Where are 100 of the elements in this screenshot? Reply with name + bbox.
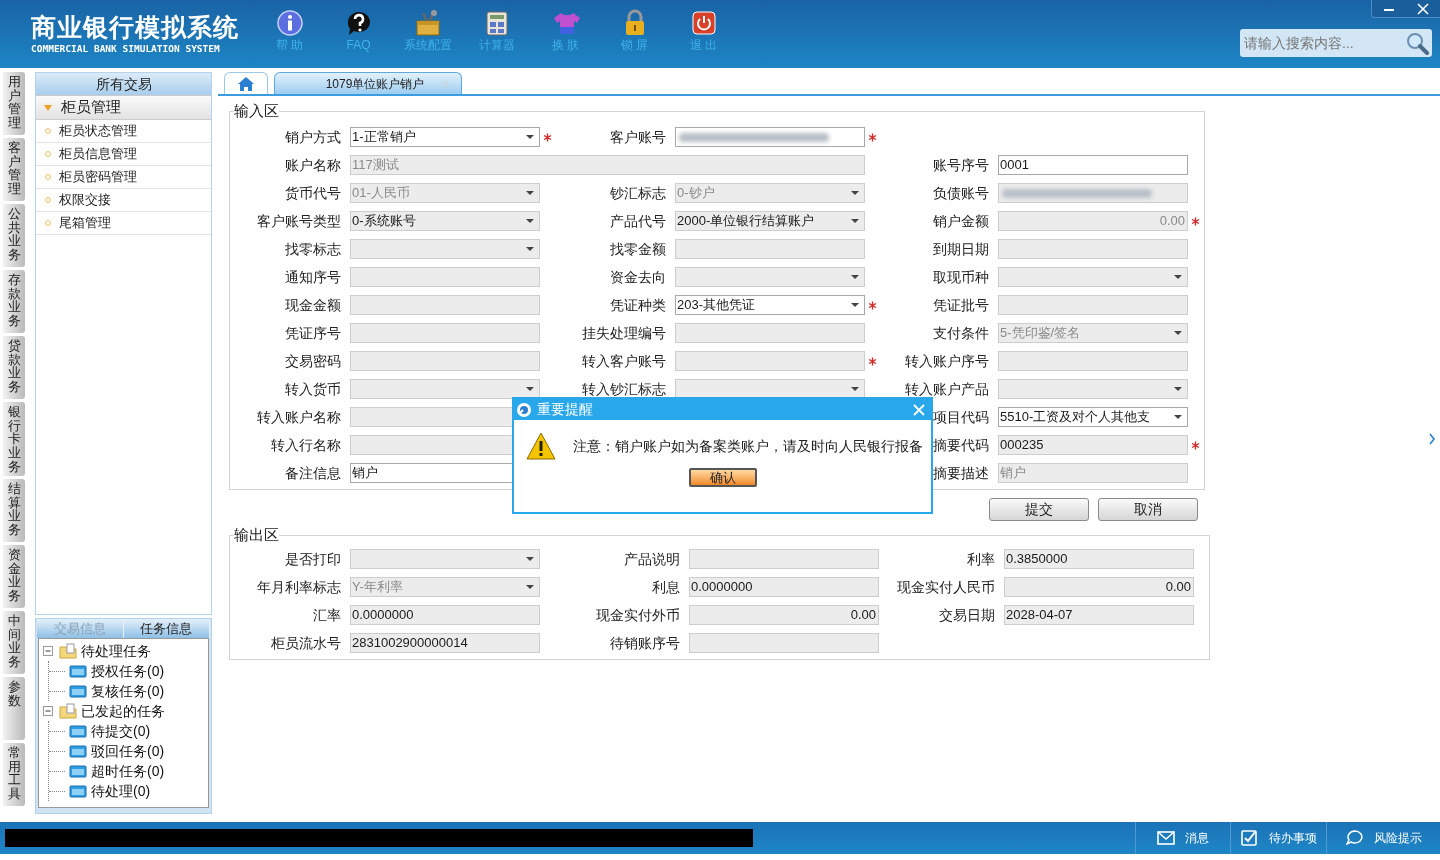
field-label: 摘要描述 [933,464,989,481]
bullet-icon [45,174,51,180]
dropdown-field[interactable] [675,267,865,287]
field-label: 货币代号 [285,184,341,201]
dropdown-field[interactable] [350,549,540,569]
input-field[interactable] [675,239,865,259]
field-label: 利息 [652,578,680,595]
module-tab[interactable]: 中间业务 [3,611,25,675]
module-tab[interactable]: 结算业务 [3,479,25,543]
module-tab[interactable]: 常用工具 [3,743,25,807]
status-button[interactable]: 待办事项 [1230,822,1326,854]
menu-item[interactable]: 权限交接 [36,189,211,212]
app-icon [516,401,532,418]
envelope-icon [1157,829,1175,847]
input-field[interactable] [350,267,540,287]
input-field[interactable] [689,549,879,569]
search-field[interactable]: 请输入搜索内容... [1240,29,1432,57]
checkbox-icon [1240,829,1259,847]
input-field[interactable] [998,183,1188,203]
module-tab[interactable]: 资金业务 [3,545,25,609]
folder-icon [69,684,87,698]
caret-icon [43,103,53,112]
input-field[interactable] [675,351,865,371]
dropdown-field[interactable]: 0-系统账号 [350,211,540,231]
input-field[interactable]: 2831002900000014 [350,633,540,653]
collapse-icon[interactable] [43,705,54,717]
dropdown-field[interactable]: 203-其他凭证 [675,295,865,315]
module-tab[interactable]: 银行卡业务 [3,402,25,477]
panel-title: 所有交易 [36,73,211,95]
tree-node[interactable]: 超时任务(0) [91,760,165,782]
dropdown-field[interactable]: 1-正常销户 [350,127,540,147]
tree-node[interactable]: 授权任务(0) [91,660,165,682]
status-button[interactable]: 消息 [1135,822,1230,854]
field-label: 利率 [967,550,995,567]
dropdown-field[interactable] [350,239,540,259]
input-field[interactable]: 0.3850000 [1004,549,1194,569]
field-label: 转入账户产品 [905,380,989,397]
module-tab[interactable]: 用户管理 [3,72,25,135]
caret-icon [851,275,859,279]
input-field[interactable]: 0.0000000 [689,577,879,597]
tree-node[interactable]: 复核任务(0) [91,680,165,702]
tree-node[interactable]: 待提交(0) [91,720,151,742]
menu-item[interactable]: 柜员状态管理 [36,120,211,143]
form-button[interactable]: 提交 [989,498,1089,521]
menu-item[interactable]: 柜员信息管理 [36,143,211,166]
field-label: 账号序号 [933,156,989,173]
input-field[interactable]: 0.00 [1004,577,1194,597]
input-field[interactable]: 000235 [998,435,1188,455]
module-tab[interactable]: 客户管理 [3,138,25,201]
tree-node[interactable]: 已发起的任务 [81,700,165,722]
module-tab[interactable]: 贷款业务 [3,336,25,399]
search-icon[interactable] [1405,31,1429,55]
field-label: 摘要代码 [933,436,989,453]
input-field[interactable] [350,295,540,315]
input-field[interactable] [998,351,1188,371]
menu-item[interactable]: 尾箱管理 [36,212,211,235]
tree-node[interactable]: 待处理任务 [81,640,151,662]
bullet-icon [45,128,51,134]
caret-icon [526,191,534,195]
input-field[interactable]: 0.00 [689,605,879,625]
field-label: 备注信息 [285,464,341,481]
dropdown-field[interactable] [998,267,1188,287]
field-label: 销户方式 [285,128,341,145]
caret-icon [851,219,859,223]
input-field[interactable] [689,633,879,653]
ok-button[interactable]: 确认 [688,468,757,487]
folder-icon [69,784,87,798]
folder-icon [69,664,87,678]
status-button[interactable]: 风险提示 [1326,822,1440,854]
dropdown-field[interactable] [675,379,865,399]
collapse-icon[interactable] [43,645,54,657]
field-label: 通知序号 [285,268,341,285]
page-tab[interactable]: 1079单位账户销户 [274,72,462,94]
caret-icon [526,135,534,139]
form-button[interactable]: 取消 [1098,498,1198,521]
input-field[interactable]: 0001 [998,155,1188,175]
module-tab[interactable]: 参数 [3,677,25,741]
input-field[interactable] [350,351,540,371]
input-field[interactable] [675,127,865,147]
field-label: 转入钞汇标志 [582,380,666,397]
input-field[interactable]: 2028-04-07 [1004,605,1194,625]
module-tab[interactable]: 公共业务 [3,204,25,267]
input-field[interactable] [350,323,540,343]
dropdown-field[interactable]: 2000-单位银行结算账户 [675,211,865,231]
dropdown-field[interactable] [998,379,1188,399]
home-tab[interactable] [224,72,268,94]
menu-item[interactable]: 柜员密码管理 [36,166,211,189]
menu-group[interactable]: 柜员管理 [36,95,211,120]
module-tab[interactable]: 存款业务 [3,270,25,333]
caret-icon [1174,415,1182,419]
input-field[interactable] [998,295,1188,315]
field-label: 转入行名称 [271,436,341,453]
tree-node[interactable]: 驳回任务(0) [91,740,165,762]
field-label: 取现币种 [933,268,989,285]
dropdown-field[interactable] [350,379,540,399]
input-field[interactable] [675,323,865,343]
dropdown-field[interactable]: 5510-工资及对个人其他支 [998,407,1188,427]
input-field[interactable] [998,239,1188,259]
tree-node[interactable]: 待处理(0) [91,780,151,802]
input-field[interactable]: 0.0000000 [350,605,540,625]
